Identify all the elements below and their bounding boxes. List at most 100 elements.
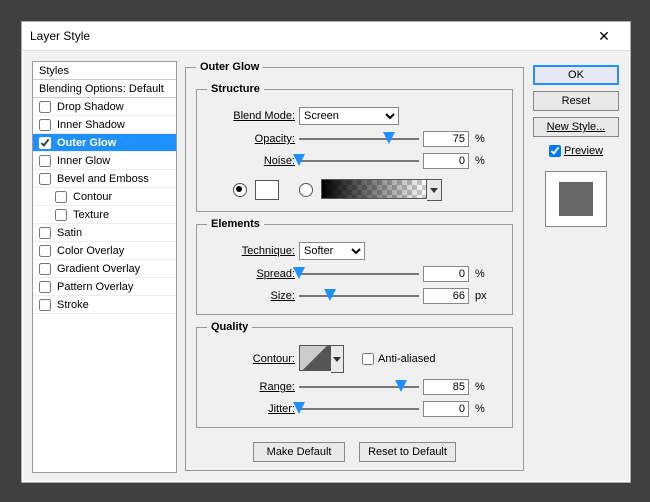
technique-label: Technique: xyxy=(207,245,295,257)
style-item-checkbox[interactable] xyxy=(39,119,51,131)
range-label: Range: xyxy=(207,381,295,393)
style-item-checkbox[interactable] xyxy=(39,245,51,257)
unit-percent: % xyxy=(475,381,493,393)
noise-slider[interactable] xyxy=(299,154,419,168)
technique-select[interactable]: Softer xyxy=(299,242,365,260)
styles-list-header[interactable]: Styles xyxy=(33,62,176,80)
style-item-checkbox[interactable] xyxy=(39,281,51,293)
style-item-color-overlay[interactable]: Color Overlay xyxy=(33,242,176,260)
style-item-checkbox[interactable] xyxy=(39,173,51,185)
quality-group: Quality Contour: Anti-aliased Range: xyxy=(196,321,513,428)
style-item-label: Gradient Overlay xyxy=(57,263,140,275)
chevron-down-icon xyxy=(333,357,341,362)
style-item-pattern-overlay[interactable]: Pattern Overlay xyxy=(33,278,176,296)
unit-percent: % xyxy=(475,268,493,280)
reset-default-button[interactable]: Reset to Default xyxy=(359,442,456,462)
style-item-outer-glow[interactable]: Outer Glow xyxy=(33,134,176,152)
range-input[interactable] xyxy=(423,379,469,395)
make-default-button[interactable]: Make Default xyxy=(253,442,345,462)
style-item-checkbox[interactable] xyxy=(39,227,51,239)
jitter-input[interactable] xyxy=(423,401,469,417)
range-slider[interactable] xyxy=(299,380,419,394)
preview-label: Preview xyxy=(564,145,603,157)
style-item-checkbox[interactable] xyxy=(39,137,51,149)
anti-aliased-checkbox[interactable] xyxy=(362,353,374,365)
preview-thumbnail xyxy=(545,171,607,227)
quality-legend: Quality xyxy=(207,321,252,333)
contour-dropdown[interactable] xyxy=(331,345,344,373)
blend-mode-select[interactable]: Screen xyxy=(299,107,399,125)
blend-mode-label: Blend Mode: xyxy=(207,110,295,122)
size-input[interactable] xyxy=(423,288,469,304)
style-item-label: Bevel and Emboss xyxy=(57,173,149,185)
style-item-label: Pattern Overlay xyxy=(57,281,133,293)
style-item-label: Contour xyxy=(73,191,112,203)
opacity-input[interactable] xyxy=(423,131,469,147)
solid-color-radio[interactable] xyxy=(233,183,247,197)
preview-checkbox[interactable] xyxy=(549,145,561,157)
style-item-label: Inner Shadow xyxy=(57,119,125,131)
style-item-checkbox[interactable] xyxy=(55,209,67,221)
unit-px: px xyxy=(475,290,493,302)
jitter-label: Jitter: xyxy=(207,403,295,415)
reset-button[interactable]: Reset xyxy=(533,91,619,111)
style-item-checkbox[interactable] xyxy=(39,299,51,311)
style-item-label: Satin xyxy=(57,227,82,239)
color-swatch[interactable] xyxy=(255,180,279,200)
style-item-label: Outer Glow xyxy=(57,137,116,149)
structure-legend: Structure xyxy=(207,83,264,95)
style-item-label: Drop Shadow xyxy=(57,101,124,113)
unit-percent: % xyxy=(475,155,493,167)
outer-glow-legend: Outer Glow xyxy=(196,61,263,73)
style-item-drop-shadow[interactable]: Drop Shadow xyxy=(33,98,176,116)
contour-label: Contour: xyxy=(207,353,295,365)
dialog-title: Layer Style xyxy=(30,29,90,43)
right-column: OK Reset New Style... Preview xyxy=(532,61,620,473)
anti-aliased-label: Anti-aliased xyxy=(378,353,435,365)
gradient-swatch[interactable] xyxy=(321,179,427,199)
spread-label: Spread: xyxy=(207,268,295,280)
style-item-inner-glow[interactable]: Inner Glow xyxy=(33,152,176,170)
blending-options[interactable]: Blending Options: Default xyxy=(33,80,176,98)
style-item-bevel-and-emboss[interactable]: Bevel and Emboss xyxy=(33,170,176,188)
style-item-label: Color Overlay xyxy=(57,245,124,257)
style-item-contour[interactable]: Contour xyxy=(33,188,176,206)
style-item-label: Inner Glow xyxy=(57,155,110,167)
style-item-label: Stroke xyxy=(57,299,89,311)
ok-button[interactable]: OK xyxy=(533,65,619,85)
new-style-button[interactable]: New Style... xyxy=(533,117,619,137)
style-item-stroke[interactable]: Stroke xyxy=(33,296,176,314)
noise-label: Noise: xyxy=(207,155,295,167)
outer-glow-group: Outer Glow Structure Blend Mode: Screen … xyxy=(185,61,524,471)
size-label: Size: xyxy=(207,290,295,302)
gradient-dropdown[interactable] xyxy=(427,179,442,201)
size-slider[interactable] xyxy=(299,289,419,303)
opacity-slider[interactable] xyxy=(299,132,419,146)
chevron-down-icon xyxy=(430,188,438,193)
contour-swatch[interactable] xyxy=(299,345,331,371)
opacity-label: Opacity: xyxy=(207,133,295,145)
settings-area: Outer Glow Structure Blend Mode: Screen … xyxy=(185,61,524,473)
close-icon[interactable]: ✕ xyxy=(584,28,624,45)
spread-input[interactable] xyxy=(423,266,469,282)
style-item-satin[interactable]: Satin xyxy=(33,224,176,242)
elements-group: Elements Technique: Softer Spread: % xyxy=(196,218,513,315)
structure-group: Structure Blend Mode: Screen Opacity: % xyxy=(196,83,513,212)
style-item-label: Texture xyxy=(73,209,109,221)
jitter-slider[interactable] xyxy=(299,402,419,416)
style-item-checkbox[interactable] xyxy=(39,101,51,113)
style-item-gradient-overlay[interactable]: Gradient Overlay xyxy=(33,260,176,278)
preview-thumbnail-inner xyxy=(559,182,593,216)
style-item-inner-shadow[interactable]: Inner Shadow xyxy=(33,116,176,134)
styles-list: Styles Blending Options: Default Drop Sh… xyxy=(32,61,177,473)
noise-input[interactable] xyxy=(423,153,469,169)
spread-slider[interactable] xyxy=(299,267,419,281)
elements-legend: Elements xyxy=(207,218,264,230)
gradient-radio[interactable] xyxy=(299,183,313,197)
style-item-checkbox[interactable] xyxy=(39,263,51,275)
unit-percent: % xyxy=(475,133,493,145)
style-item-texture[interactable]: Texture xyxy=(33,206,176,224)
style-item-checkbox[interactable] xyxy=(39,155,51,167)
style-item-checkbox[interactable] xyxy=(55,191,67,203)
titlebar: Layer Style ✕ xyxy=(22,22,630,51)
